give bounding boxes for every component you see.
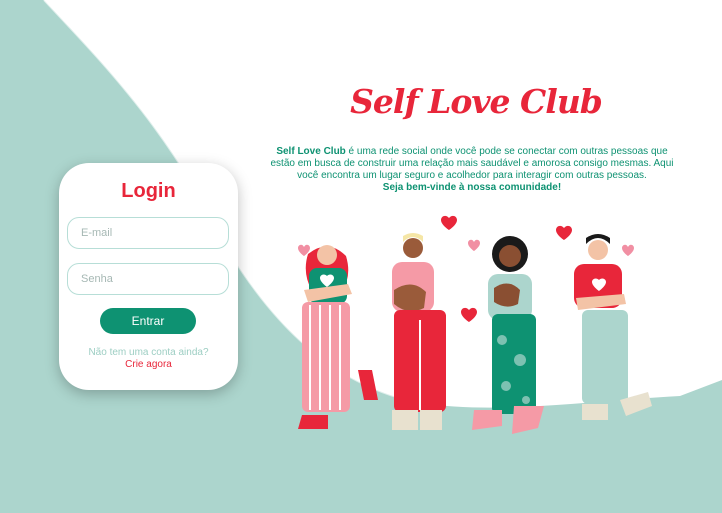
welcome-text: Seja bem-vinde à nossa comunidade! bbox=[382, 182, 562, 193]
email-input[interactable] bbox=[67, 217, 229, 249]
description: Self Love Club é uma rede social onde vo… bbox=[268, 146, 676, 194]
heart-icon bbox=[468, 239, 480, 251]
login-title: Login bbox=[121, 180, 176, 202]
person-illustration bbox=[574, 234, 652, 420]
description-brand-name: Self Love Club bbox=[276, 146, 346, 157]
create-account-link[interactable]: Crie agora bbox=[59, 359, 238, 370]
person-illustration bbox=[392, 233, 446, 430]
password-input[interactable] bbox=[67, 263, 229, 295]
no-account-text: Não tem uma conta ainda? bbox=[88, 347, 209, 358]
heart-icon bbox=[461, 307, 477, 322]
login-card: Login Entrar Não tem uma conta ainda? Cr… bbox=[59, 163, 238, 390]
brand-title: Self Love Club bbox=[350, 82, 603, 121]
heart-icon bbox=[441, 215, 457, 230]
people-illustration bbox=[298, 215, 652, 434]
heart-icon bbox=[622, 244, 634, 256]
heart-icon bbox=[556, 225, 572, 240]
person-illustration bbox=[472, 236, 544, 434]
login-button[interactable]: Entrar bbox=[100, 308, 196, 334]
person-illustration bbox=[298, 245, 378, 429]
